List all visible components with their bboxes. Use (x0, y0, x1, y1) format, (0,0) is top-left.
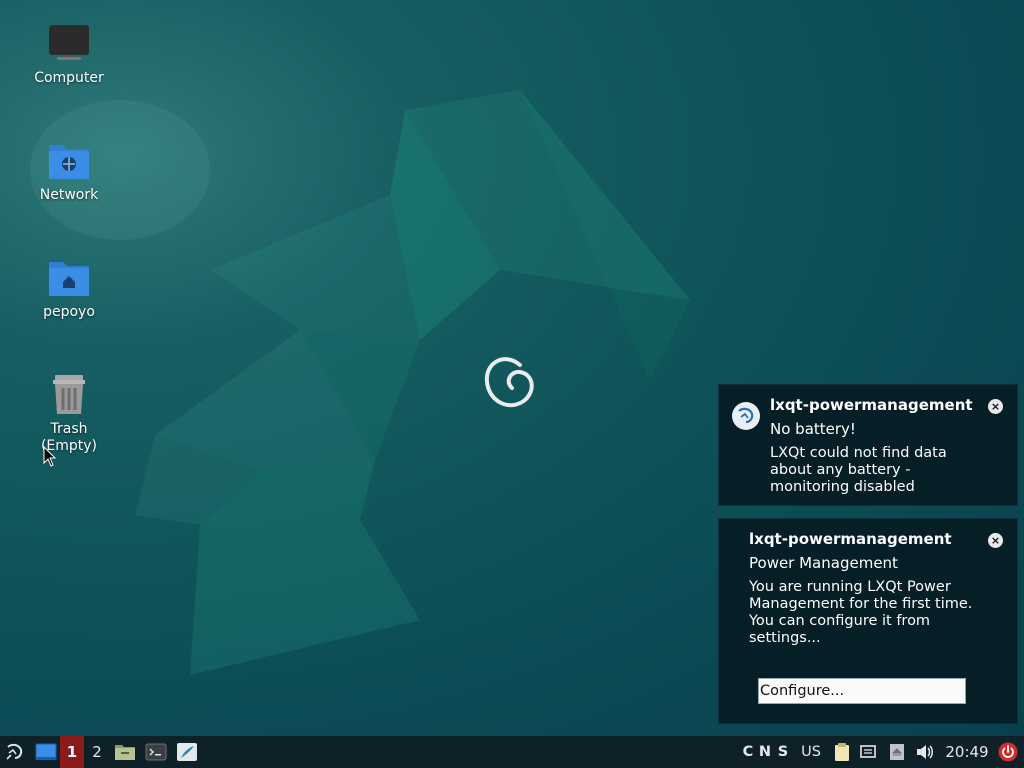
desktop-icon-network[interactable]: Network (19, 139, 119, 204)
tray-indicator-s[interactable]: S (776, 736, 790, 768)
mouse-cursor-icon (43, 446, 57, 467)
show-desktop-button[interactable] (32, 736, 60, 768)
workspace-2-button[interactable]: 2 (85, 736, 109, 768)
tray-indicator-n[interactable]: N (758, 736, 772, 768)
workspace-1-button[interactable]: 1 (60, 736, 84, 768)
terminal-icon (145, 743, 167, 761)
keyboard-layout-indicator[interactable]: US (797, 736, 825, 768)
clipboard-icon (835, 743, 849, 761)
debian-swirl (484, 357, 534, 408)
main-menu-button[interactable] (0, 736, 30, 768)
text-editor-launcher[interactable] (174, 736, 200, 768)
monitor-icon (47, 22, 91, 66)
notification-body: You are running LXQt Power Management fo… (749, 579, 973, 646)
network-icon (860, 745, 876, 758)
notification-no-battery: lxqt-powermanagement No battery! LXQt co… (718, 384, 1018, 506)
power-button[interactable] (996, 736, 1020, 768)
eject-icon (890, 744, 904, 760)
terminal-launcher[interactable] (143, 736, 169, 768)
tray-indicator-c[interactable]: C (741, 736, 755, 768)
desktop-icon-label: Trash (Empty) (40, 421, 98, 454)
trash-icon (47, 373, 91, 417)
network-tray-button[interactable] (857, 736, 879, 768)
close-icon[interactable]: × (988, 533, 1003, 548)
desktop-icon-home[interactable]: pepoyo (19, 256, 119, 321)
home-folder-icon (47, 256, 91, 300)
lxqt-logo-icon (732, 402, 760, 430)
configure-button[interactable]: Configure... (758, 678, 966, 704)
file-manager-icon (115, 745, 135, 760)
feather-pen-icon (177, 743, 197, 761)
network-folder-icon (47, 139, 91, 183)
notification-subtitle: Power Management (749, 554, 898, 572)
removable-media-tray-button[interactable] (886, 736, 908, 768)
lxqt-menu-icon (6, 743, 23, 760)
desktop-icon-label: Network (39, 187, 99, 203)
file-manager-launcher[interactable] (112, 736, 138, 768)
desktop-icon-computer[interactable]: Computer (19, 22, 119, 87)
speaker-icon (917, 745, 933, 759)
notification-power-management: lxqt-powermanagement Power Management Yo… (718, 518, 1018, 724)
power-icon (998, 742, 1018, 762)
clock[interactable]: 20:49 (942, 736, 992, 768)
notification-title: lxqt-powermanagement (770, 396, 973, 414)
notification-title: lxqt-powermanagement (749, 530, 952, 548)
clipboard-tray-button[interactable] (831, 736, 853, 768)
taskbar: 1 2 C N S US 20:49 (0, 736, 1024, 768)
desktop-icon-trash[interactable]: Trash (Empty) (19, 373, 119, 455)
desktop-icon (35, 743, 57, 760)
desktop-icon-label: Computer (34, 70, 104, 86)
close-icon[interactable]: × (988, 399, 1003, 414)
desktop-icon-label: pepoyo (43, 304, 95, 320)
volume-tray-button[interactable] (913, 736, 937, 768)
notification-body: LXQt could not find data about any batte… (770, 445, 947, 495)
notification-subtitle: No battery! (770, 420, 856, 438)
